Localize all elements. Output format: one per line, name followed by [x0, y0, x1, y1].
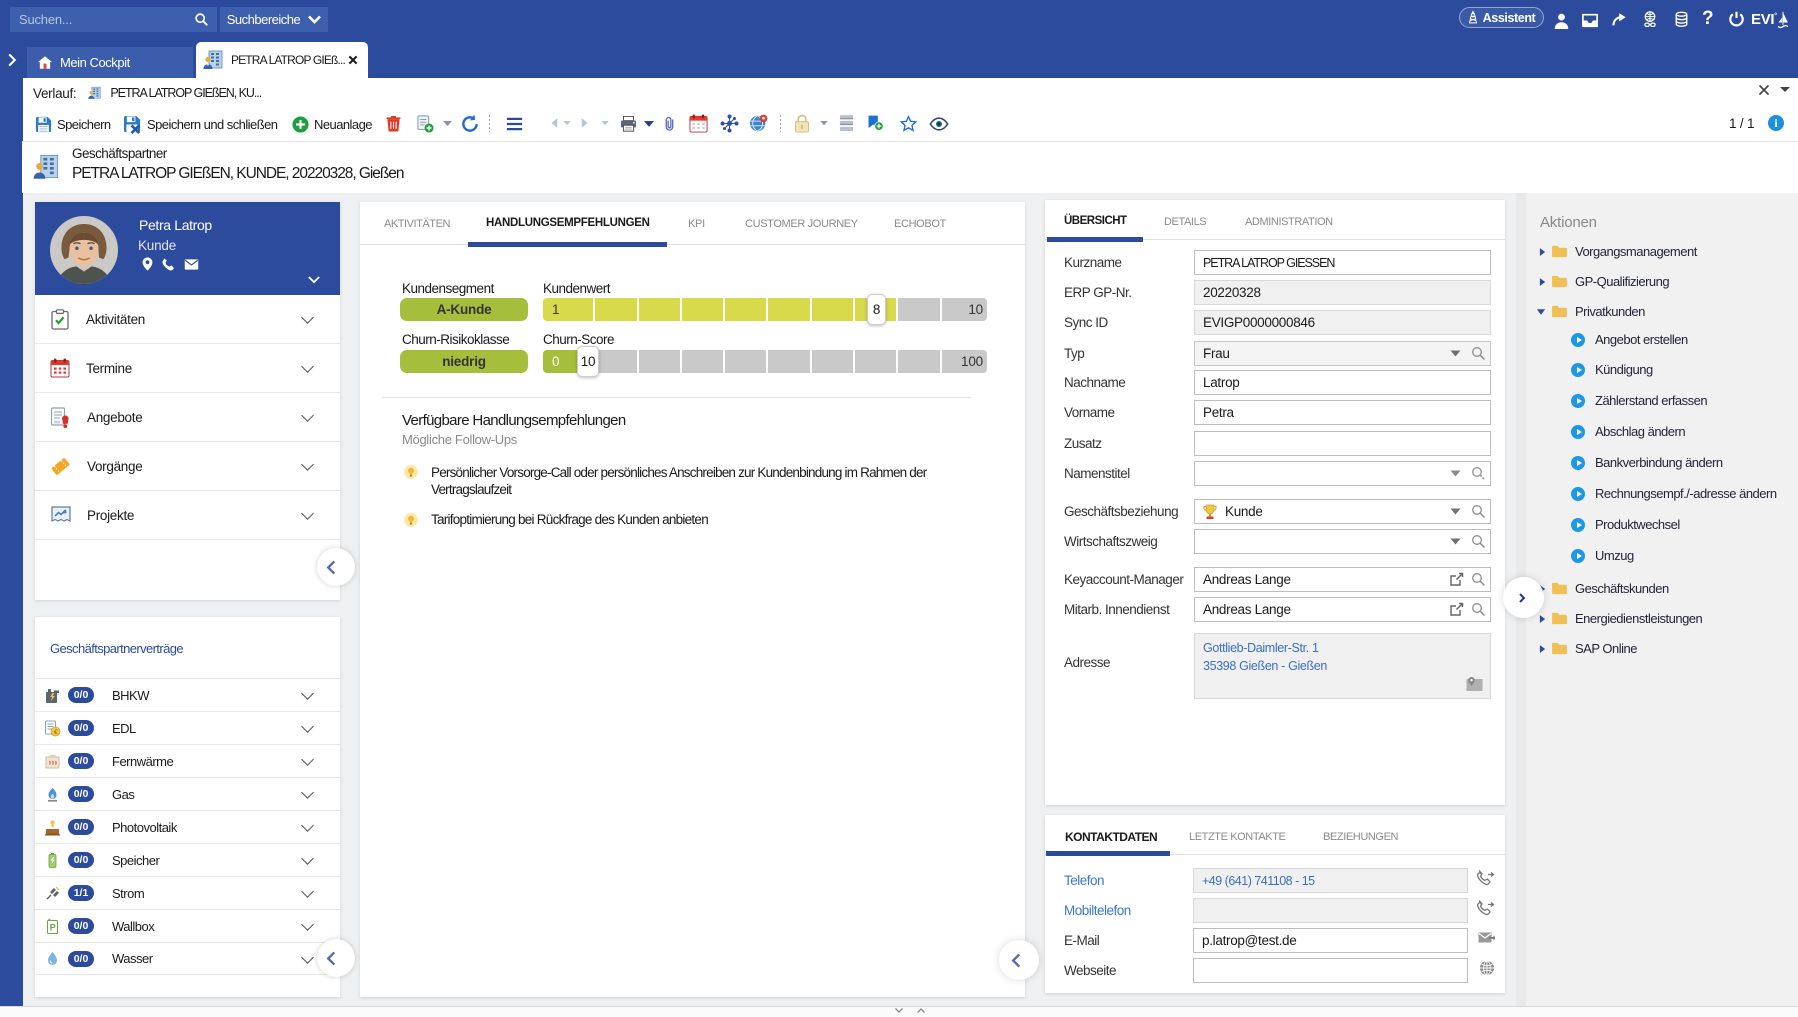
- svg-text:P: P: [50, 922, 56, 932]
